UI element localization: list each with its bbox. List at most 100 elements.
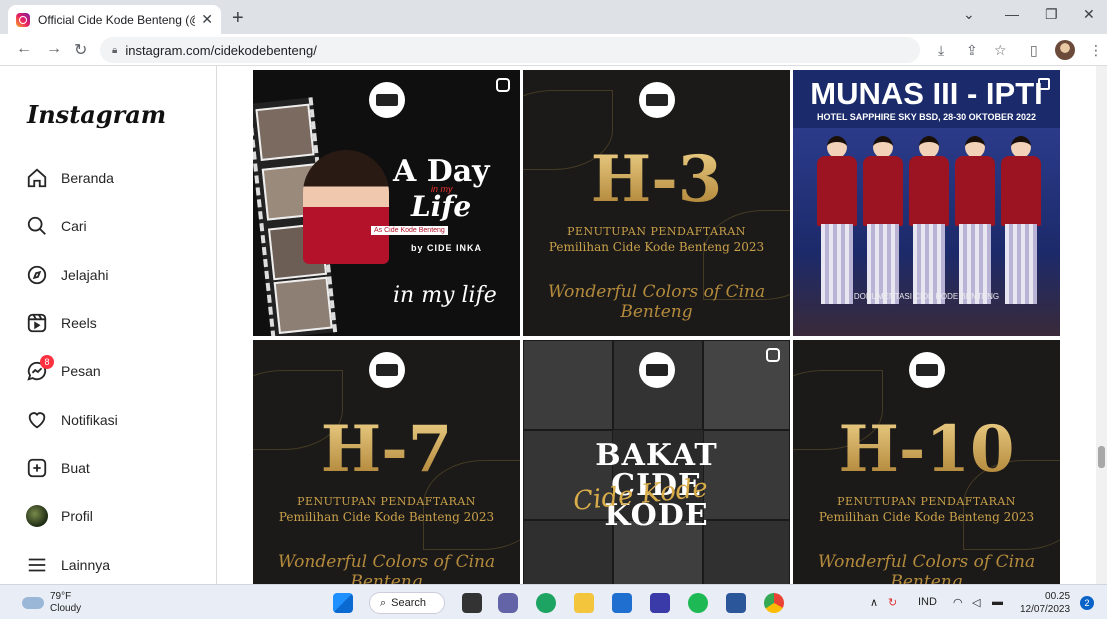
reel-indicator-icon: [496, 78, 510, 92]
post-text-script: in my life: [393, 283, 497, 308]
cide-kode-logo: [908, 352, 945, 388]
browser-toolbar: ← → ↻ 🔒︎ instagram.com/cidekodebenteng/ …: [0, 34, 1107, 66]
home-icon: [24, 165, 50, 191]
post-script: Wonderful Colors of Cina Benteng: [277, 552, 496, 584]
browser-profile-avatar[interactable]: [1055, 40, 1075, 60]
messenger-icon: 8: [24, 355, 54, 384]
cloud-icon: [22, 597, 44, 609]
compass-icon: [24, 262, 50, 288]
spotify-icon[interactable]: [688, 593, 708, 613]
sidebar-label: Jelajahi: [61, 267, 109, 283]
instagram-logo[interactable]: Instagram: [27, 100, 166, 129]
girl-photo: [303, 150, 389, 264]
share-icon[interactable]: ⇪: [966, 42, 978, 59]
post-a-day-in-my-life[interactable]: A Day in my Life As Cide Kode Benteng by…: [253, 70, 520, 336]
search-icon: [24, 213, 50, 239]
notification-badge[interactable]: 2: [1080, 596, 1094, 610]
taskbar-search-label: Search: [391, 597, 427, 609]
kebab-menu-icon[interactable]: ⋮: [1089, 42, 1103, 59]
install-icon[interactable]: ⤓: [938, 42, 944, 59]
forward-icon[interactable]: →: [46, 40, 62, 58]
wifi-icon[interactable]: ◠: [953, 596, 963, 609]
sidebar-item-reels[interactable]: Reels: [24, 308, 97, 338]
task-view-icon[interactable]: [462, 593, 482, 613]
reload-icon[interactable]: ↻: [74, 40, 87, 60]
mail-icon[interactable]: [612, 593, 632, 613]
sidebar-item-profil[interactable]: Profil: [24, 501, 93, 531]
post-subtitle: PENUTUPAN PENDAFTARAN: [567, 225, 746, 238]
post-bakat-cide-kode[interactable]: BAKAT CIDE KODE Cide Kode: [523, 340, 790, 584]
weather-widget[interactable]: 79°F Cloudy: [22, 591, 81, 615]
cide-kode-logo: [368, 82, 405, 118]
tray-app-icon[interactable]: ↻: [888, 596, 897, 609]
post-munas-ipti[interactable]: MUNAS III - IPTI HOTEL SAPPHIRE SKY BSD,…: [793, 70, 1060, 336]
tray-overflow-icon[interactable]: ∧: [870, 596, 878, 609]
volume-icon[interactable]: ◁: [972, 596, 980, 609]
minimize-icon[interactable]: —: [1005, 6, 1019, 22]
windows-taskbar: 79°F Cloudy ⌕ Search ∧ ↻ IND ◠ ◁ ▬ 00.25…: [0, 584, 1107, 619]
instagram-favicon-icon: [16, 12, 30, 27]
sidebar-item-lainnya[interactable]: Lainnya: [24, 550, 110, 580]
sidebar-label: Cari: [61, 218, 87, 234]
file-explorer-icon[interactable]: [574, 593, 594, 613]
carousel-indicator-icon: [1038, 78, 1050, 90]
lock-icon: 🔒︎: [112, 44, 118, 56]
word-icon[interactable]: [726, 593, 746, 613]
browser-tab[interactable]: Official Cide Kode Benteng (@cid ✕: [8, 5, 221, 34]
post-h-10[interactable]: H-10 PENUTUPAN PENDAFTARAN Pemilihan Cid…: [793, 340, 1060, 584]
cide-kode-logo: [638, 82, 675, 118]
tab-title: Official Cide Kode Benteng (@cid: [38, 12, 195, 27]
sidebar-item-pesan[interactable]: 8 Pesan: [24, 355, 101, 386]
sidebar-item-cari[interactable]: Cari: [24, 211, 87, 241]
post-subtitle-2: Pemilihan Cide Kode Benteng 2023: [278, 510, 495, 524]
menu-icon: [24, 552, 50, 578]
countdown-text: H-10: [793, 412, 1060, 487]
sidebar-label: Notifikasi: [61, 412, 118, 428]
weather-condition: Cloudy: [50, 603, 82, 614]
new-tab-icon[interactable]: +: [232, 7, 244, 30]
countdown-text: H-3: [523, 142, 790, 217]
documentation-caption: DOKUMENTASI CIDE KODE BENTENG: [853, 292, 1000, 301]
sidebar-label: Buat: [61, 460, 90, 476]
chrome-icon[interactable]: [764, 593, 784, 613]
instagram-sidebar: Instagram Beranda Cari Jelajahi Reels 8 …: [0, 66, 217, 584]
tab-search-icon[interactable]: ⌄: [963, 6, 975, 23]
bookmark-star-icon[interactable]: ☆: [994, 42, 1007, 59]
taskbar-search[interactable]: ⌕ Search: [369, 592, 445, 614]
munas-hotel: HOTEL SAPPHIRE SKY BSD, 28-30 OKTOBER 20…: [816, 112, 1037, 122]
address-bar[interactable]: 🔒︎ instagram.com/cidekodebenteng/: [100, 37, 920, 63]
page-scrollbar[interactable]: [1096, 66, 1107, 584]
clock[interactable]: 00.25 12/07/2023: [1020, 590, 1070, 616]
windows-start-icon[interactable]: [333, 593, 353, 613]
tab-strip: Official Cide Kode Benteng (@cid ✕ + ⌄ —…: [0, 0, 1107, 34]
close-tab-icon[interactable]: ✕: [201, 11, 213, 28]
sidebar-item-buat[interactable]: Buat: [24, 453, 90, 483]
sidebar-item-jelajahi[interactable]: Jelajahi: [24, 260, 108, 290]
close-window-icon[interactable]: ✕: [1083, 6, 1095, 23]
sidebar-item-beranda[interactable]: Beranda: [24, 163, 114, 193]
post-text-life: Life: [411, 190, 472, 223]
sidebar-item-notifikasi[interactable]: Notifikasi: [24, 405, 118, 435]
back-icon[interactable]: ←: [16, 40, 32, 58]
sidebar-label: Profil: [61, 508, 93, 524]
side-panel-icon[interactable]: ▯: [1030, 42, 1038, 59]
post-text-as: As Cide Kode Benteng: [371, 226, 448, 235]
edge-icon[interactable]: [536, 593, 556, 613]
battery-icon[interactable]: ▬: [992, 596, 1003, 608]
browser-window: Official Cide Kode Benteng (@cid ✕ + ⌄ —…: [0, 0, 1107, 584]
post-h-7[interactable]: H-7 PENUTUPAN PENDAFTARAN Pemilihan Cide…: [253, 340, 520, 584]
scrollbar-thumb[interactable]: [1098, 446, 1105, 468]
cide-kode-logo: [368, 352, 405, 388]
post-h-3[interactable]: H-3 PENUTUPAN PENDAFTARAN Pemilihan Cide…: [523, 70, 790, 336]
clock-date: 12/07/2023: [1020, 604, 1071, 615]
post-script: Wonderful Colors of Cina Benteng: [547, 282, 766, 322]
post-subtitle: PENUTUPAN PENDAFTARAN: [837, 495, 1016, 508]
teams-icon[interactable]: [498, 593, 518, 613]
restore-icon[interactable]: ❐: [1045, 6, 1058, 23]
store-icon[interactable]: [650, 593, 670, 613]
reels-icon: [24, 310, 50, 336]
cide-kode-logo: [638, 352, 675, 388]
message-badge: 8: [40, 355, 54, 369]
language-indicator[interactable]: IND: [918, 596, 937, 608]
post-subtitle-2: Pemilihan Cide Kode Benteng 2023: [818, 510, 1035, 524]
